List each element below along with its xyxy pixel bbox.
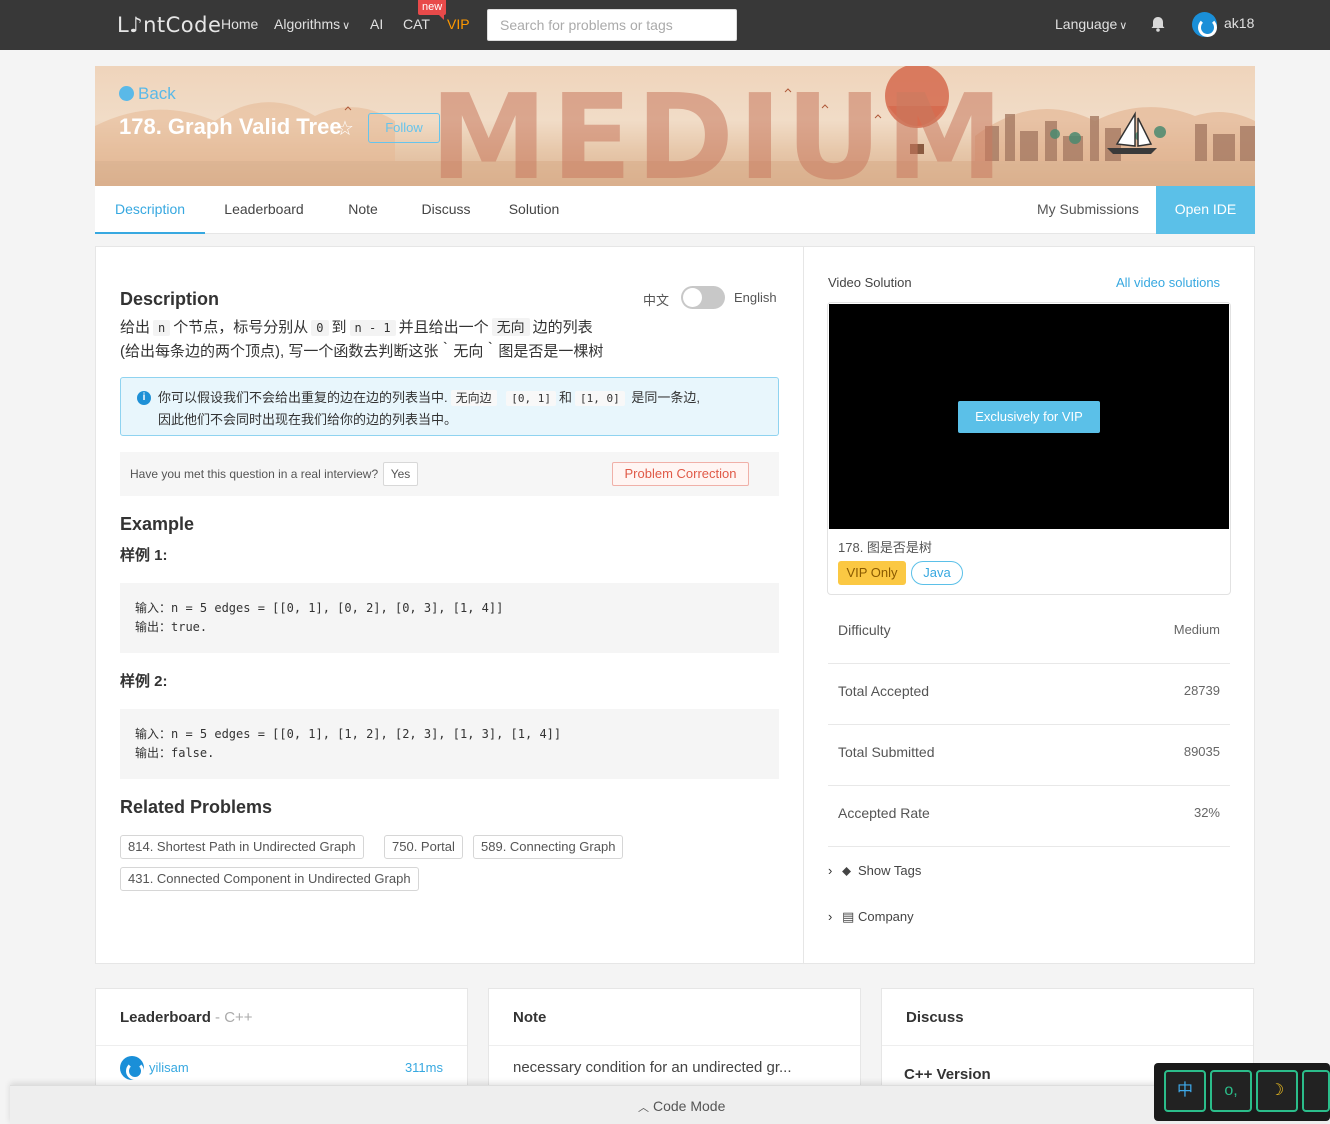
java-tag: Java [911, 561, 963, 585]
interview-bar: Have you met this question in a real int… [120, 452, 779, 496]
code-mode-toggle[interactable]: ︿ Code Mode [638, 1098, 725, 1115]
lintcode-logo[interactable]: L♪ntCode [117, 13, 221, 37]
nav-ai[interactable]: AI [370, 16, 383, 32]
tab-description[interactable]: Description [95, 186, 205, 234]
related-problem-link[interactable]: 431. Connected Component in Undirected G… [120, 867, 419, 891]
search-input[interactable] [487, 9, 737, 41]
building-icon: ▤ [842, 909, 855, 924]
description-text: 给出 n 个节点，标号分别从 0 到 n - 1 并且给出一个 无向 边的列表 (给出每条边的两… [120, 318, 604, 360]
card-title: Leaderboard - C++ [120, 1009, 253, 1026]
avatar [120, 1056, 144, 1080]
star-icon[interactable]: ☆ [336, 116, 354, 141]
card-title: Discuss [906, 1009, 964, 1026]
toggle-label-cn: 中文 [643, 293, 670, 308]
top-nav: L♪ntCode Home Algorithms ∨ AI CAT new VIP… [0, 0, 1330, 50]
card-header: Discuss [882, 989, 1253, 1046]
ime-more-key[interactable] [1302, 1070, 1330, 1112]
problem-content-card: Description 中文 English 给出 n 个节点，标号分别从 0 到 n -… [95, 246, 1255, 964]
interview-question: Have you met this question in a real int… [130, 467, 379, 481]
stat-total-accepted: Total Accepted 28739 [828, 664, 1230, 725]
note-snippet[interactable]: necessary condition for an undirected gr… [513, 1059, 792, 1076]
card-title: Note [513, 1009, 547, 1026]
leaderboard-user-link[interactable]: yilisam [149, 1060, 189, 1075]
related-problem-link[interactable]: 750. Portal [384, 835, 463, 859]
chevron-right-icon: › [828, 909, 833, 924]
card-header: Leaderboard - C++ [96, 989, 467, 1046]
exclusively-vip-button[interactable]: Exclusively for VIP [958, 401, 1100, 433]
problem-banner: MEDIUM Back 178. Graph Valid Tree ☆ Foll… [95, 66, 1255, 186]
example-code-block: 输入：n = 5 edges = [[0, 1], [0, 2], [0, 3]… [120, 583, 779, 653]
nav-algorithms[interactable]: Algorithms ∨ [274, 16, 350, 32]
info-note: i 你可以假设我们不会给出重复的边在边的列表当中. 无向边 [0, 1] 和 [1, … [120, 377, 779, 436]
example-code-block: 输入：n = 5 edges = [[0, 1], [1, 2], [2, 3]… [120, 709, 779, 779]
tab-solution[interactable]: Solution [489, 186, 579, 234]
nav-home[interactable]: Home [221, 16, 258, 32]
ime-toolbar: 中 o, ☽ [1154, 1063, 1330, 1121]
ime-chinese-key[interactable]: 中 [1164, 1070, 1206, 1112]
new-badge: new [418, 0, 447, 20]
company-toggle[interactable]: › ▤ Company [828, 909, 914, 925]
toggle-label-en: English [734, 290, 777, 305]
tab-leaderboard[interactable]: Leaderboard [205, 186, 323, 234]
video-solution-label: Video Solution [828, 275, 912, 290]
nav-cat[interactable]: CAT [403, 16, 430, 32]
problem-tabs: Description Leaderboard Note Discuss Sol… [95, 186, 1255, 234]
back-link[interactable]: Back [119, 84, 176, 104]
discuss-snippet[interactable]: C++ Version [904, 1066, 991, 1083]
chevron-up-icon: ︿ [638, 1102, 649, 1114]
back-arrow-icon [119, 86, 134, 101]
example-heading: Example [120, 514, 195, 534]
username[interactable]: ak18 [1224, 15, 1254, 31]
language-dropdown[interactable]: Language ∨ [1055, 16, 1127, 32]
follow-button[interactable]: Follow [368, 113, 440, 143]
all-video-solutions-link[interactable]: All video solutions [1116, 275, 1220, 290]
bell-icon[interactable] [1149, 15, 1167, 33]
stat-difficulty: Difficulty Medium [828, 603, 1230, 664]
video-card: Exclusively for VIP 178. 图是否是树 VIP Only … [827, 302, 1231, 595]
related-heading: Related Problems [120, 797, 273, 817]
problem-correction-button[interactable]: Problem Correction [612, 462, 749, 486]
difficulty-watermark: MEDIUM [430, 68, 1008, 186]
open-ide-button[interactable]: Open IDE [1156, 186, 1255, 234]
code-mode-bar[interactable]: ︿ Code Mode [10, 1085, 1330, 1124]
sample-label: 样例 2: [120, 673, 168, 690]
show-tags-toggle[interactable]: › ⬥ Show Tags [828, 863, 921, 879]
video-player[interactable]: Exclusively for VIP [829, 304, 1229, 529]
video-caption: 178. 图是否是树 [838, 540, 932, 555]
avatar[interactable] [1192, 12, 1217, 37]
vip-only-badge: VIP Only [838, 561, 906, 585]
ime-punctuation-key[interactable]: o, [1210, 1070, 1252, 1112]
stat-total-submitted: Total Submitted 89035 [828, 725, 1230, 786]
card-header: Note [489, 989, 860, 1046]
sample-label: 样例 1: [120, 547, 168, 564]
leaderboard-time: 311ms [404, 1060, 443, 1075]
my-submissions-link[interactable]: My Submissions [1037, 186, 1139, 232]
column-divider [803, 247, 804, 963]
language-toggle[interactable] [681, 286, 725, 309]
ime-moon-key[interactable]: ☽ [1256, 1070, 1298, 1112]
chevron-right-icon: › [828, 863, 833, 878]
chevron-down-icon: ∨ [342, 20, 351, 32]
info-icon: i [137, 391, 151, 405]
chevron-down-icon: ∨ [1119, 20, 1128, 32]
note-text: 你可以假设我们不会给出重复的边在边的列表当中. 无向边 [0, 1] 和 [1, 0]… [158, 390, 701, 427]
tag-icon: ⬥ [842, 863, 852, 878]
tab-discuss[interactable]: Discuss [403, 186, 489, 234]
related-problem-link[interactable]: 814. Shortest Path in Undirected Graph [120, 835, 364, 859]
description-heading: Description [120, 289, 220, 309]
related-problem-link[interactable]: 589. Connecting Graph [473, 835, 624, 859]
tab-note[interactable]: Note [323, 186, 403, 234]
stat-accepted-rate: Accepted Rate 32% [828, 786, 1230, 847]
yes-button[interactable]: Yes [383, 462, 418, 486]
nav-vip[interactable]: VIP [447, 16, 470, 32]
page-title: 178. Graph Valid Tree [119, 114, 342, 139]
